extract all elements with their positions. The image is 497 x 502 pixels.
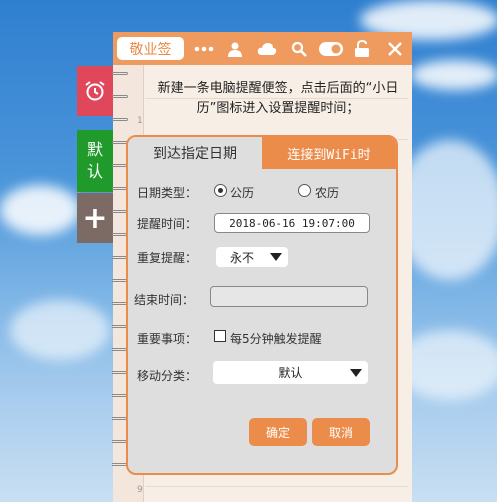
binder-ring (112, 95, 128, 98)
solar-calendar-radio[interactable] (214, 184, 227, 197)
important-checkbox[interactable] (214, 330, 226, 342)
remind-time-field[interactable]: 2018-06-16 19:07:00 (214, 213, 370, 233)
binder-ring (112, 118, 128, 121)
binder-ring (112, 72, 128, 75)
solar-calendar-label: 公历 (230, 186, 255, 200)
default-tab-label: 默 (86, 140, 103, 159)
close-icon[interactable] (385, 32, 405, 65)
unlock-icon[interactable] (352, 32, 372, 65)
chevron-down-icon (350, 368, 362, 377)
cloud (0, 185, 80, 235)
line-number: 9 (137, 485, 143, 495)
cloud (10, 300, 110, 360)
user-icon[interactable] (225, 32, 245, 65)
toggle-icon[interactable] (318, 32, 344, 65)
end-time-field[interactable] (210, 286, 368, 307)
repeat-select[interactable]: 永不 (216, 247, 288, 267)
lunar-calendar-radio[interactable] (298, 184, 311, 197)
plus-icon: + (82, 200, 108, 236)
end-time-label: 结束时间： (134, 293, 195, 307)
repeat-label: 重复提醒： (137, 251, 198, 265)
important-checkbox-label: 每5分钟触发提醒 (230, 332, 322, 346)
alarm-clock-icon (85, 81, 105, 101)
more-icon[interactable] (193, 32, 215, 65)
default-tab-label: 认 (86, 162, 103, 181)
important-label: 重要事项： (137, 332, 198, 346)
confirm-button[interactable]: 确定 (249, 418, 307, 446)
cloud-icon[interactable] (256, 32, 278, 65)
cancel-button[interactable]: 取消 (312, 418, 370, 446)
reminder-dialog: 到达指定日期 连接到WiFi时 日期类型： 公历 农历 提醒时间： 2018-0… (126, 135, 398, 475)
default-category-tab[interactable]: 默 认 (77, 130, 113, 192)
move-category-select[interactable]: 默认 (213, 361, 368, 384)
remind-time-label: 提醒时间： (137, 217, 198, 231)
date-type-label: 日期类型： (137, 186, 198, 200)
repeat-value: 永不 (230, 250, 255, 265)
add-category-button[interactable]: + (77, 193, 113, 243)
move-category-label: 移动分类： (137, 369, 198, 383)
lunar-calendar-label: 农历 (315, 186, 340, 200)
cloud (410, 60, 497, 90)
alarm-tab[interactable] (77, 66, 113, 116)
search-icon[interactable] (289, 32, 309, 65)
ruled-line (145, 486, 408, 487)
move-category-value: 默认 (278, 366, 303, 380)
reminder-tabs: 到达指定日期 连接到WiFi时 (128, 137, 396, 169)
tab-specific-date[interactable]: 到达指定日期 (128, 137, 262, 169)
line-number: 1 (137, 116, 143, 126)
tab-wifi-connect[interactable]: 连接到WiFi时 (262, 137, 396, 169)
chevron-down-icon (270, 253, 282, 261)
category-button[interactable]: 敬业签 (117, 37, 184, 60)
note-content[interactable]: 新建一条电脑提醒便签，点击后面的“小日历”图标进入设置提醒时间； (150, 79, 406, 119)
ruled-line (145, 98, 408, 99)
title-bar: 敬业签 (113, 32, 412, 65)
